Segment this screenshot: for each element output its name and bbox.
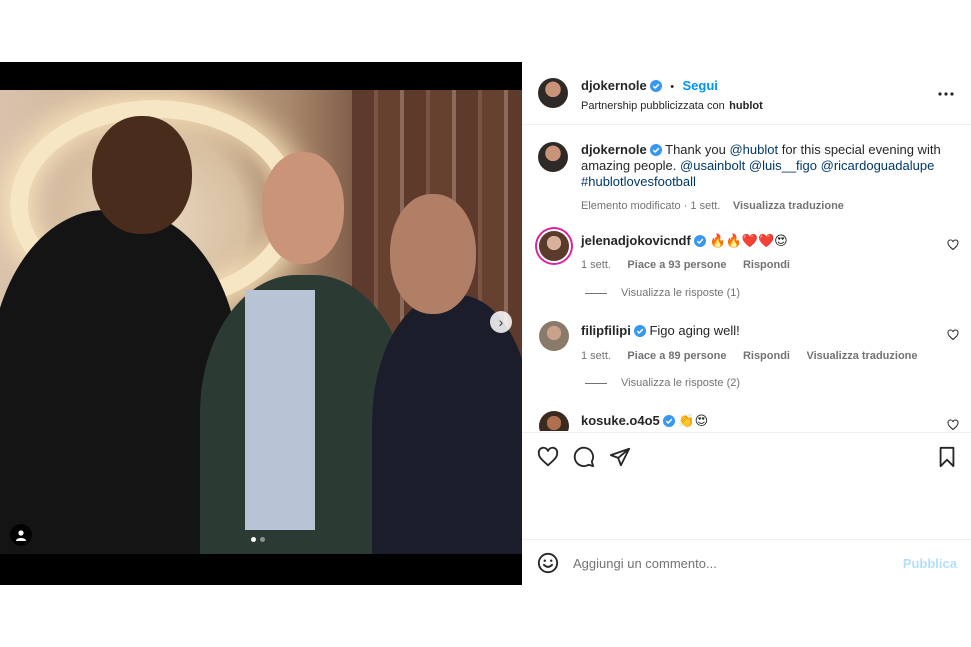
carousel-dots [251, 537, 265, 542]
author-avatar[interactable] [538, 78, 568, 108]
view-replies-label: Visualizza le risposte (1) [621, 287, 741, 299]
save-bookmark-icon[interactable] [937, 446, 957, 468]
comment: jelenadjokovicndf 🔥🔥❤️❤️😍 [581, 233, 788, 249]
comment-reply-button[interactable]: Rispondi [743, 350, 790, 362]
comment-clip: kosuke.o4o5 👏😍 [522, 406, 971, 431]
verified-badge-icon [649, 80, 662, 92]
post-sidebar: djokernole • Segui Partnership pubbliciz… [522, 62, 971, 585]
carousel-next-button[interactable]: › [490, 311, 512, 333]
caption-text-1: Thank you [665, 142, 730, 157]
follow-button[interactable]: Segui [683, 78, 718, 93]
comment-input[interactable]: Aggiungi un commento... [573, 556, 717, 571]
person-center-head [262, 152, 344, 264]
share-paper-plane-icon[interactable] [609, 446, 631, 468]
tagged-users-button[interactable] [10, 524, 32, 546]
caption-translate-link[interactable]: Visualizza traduzione [733, 200, 844, 212]
verified-badge-icon [633, 325, 646, 337]
like-comment-heart-icon[interactable] [947, 239, 959, 251]
comment-bubble-icon[interactable] [573, 446, 595, 468]
more-horizontal-icon [938, 92, 954, 96]
comment-avatar[interactable] [539, 321, 569, 351]
comment-username[interactable]: filipfilipi [581, 323, 631, 338]
mention-usainbolt[interactable]: @usainbolt [680, 158, 745, 173]
comment-composer: Aggiungi un commento... Pubblica [522, 539, 971, 585]
verified-badge-icon [662, 415, 675, 427]
comment-likes[interactable]: Piace a 89 persone [627, 350, 726, 362]
comment-avatar[interactable] [539, 411, 569, 431]
partner-link[interactable]: hublot [729, 100, 763, 112]
author-username[interactable]: djokernole [581, 78, 647, 93]
caption-edited: Elemento modificato · 1 sett. [581, 200, 721, 212]
replies-line [585, 382, 607, 384]
publish-button[interactable]: Pubblica [903, 556, 957, 571]
verified-badge-icon [649, 144, 662, 156]
post-header: djokernole • Segui Partnership pubbliciz… [522, 62, 971, 125]
like-comment-heart-icon[interactable] [947, 329, 959, 341]
comment-reply-button[interactable]: Rispondi [743, 259, 790, 271]
separator-dot: • [670, 81, 675, 93]
carousel-dot-2 [260, 537, 265, 542]
verified-badge-icon [693, 235, 706, 247]
post-media: › [0, 62, 522, 585]
person-left-head [92, 116, 192, 234]
comment-meta: 1 sett. Piace a 89 persone Rispondi Visu… [581, 346, 918, 364]
caption-meta: Elemento modificato · 1 sett. Visualizza… [581, 196, 844, 214]
comment: kosuke.o4o5 👏😍 [581, 413, 708, 429]
like-comment-heart-icon[interactable] [947, 419, 959, 431]
like-heart-icon[interactable] [537, 446, 559, 468]
comment: filipfilipi Figo aging well! [581, 323, 740, 339]
comment-meta: 1 sett. Piace a 93 persone Rispondi [581, 255, 790, 273]
comment-text: 🔥🔥❤️❤️😍 [709, 233, 788, 248]
caption-username[interactable]: djokernole [581, 142, 647, 157]
replies-line [585, 292, 607, 294]
comment-translate-link[interactable]: Visualizza traduzione [806, 350, 917, 362]
post-photo [0, 90, 522, 554]
comment-time: 1 sett. [581, 259, 611, 271]
person-center-shirt [245, 290, 315, 530]
view-replies-label: Visualizza le risposte (2) [621, 377, 741, 389]
person-right-head [390, 194, 476, 314]
user-icon [16, 530, 26, 541]
hashtag-link[interactable]: #hublotlovesfootball [581, 174, 696, 189]
partnership-label: Partnership pubblicizzata con [581, 100, 725, 112]
comment-text: 👏😍 [678, 413, 709, 428]
view-replies-button[interactable]: Visualizza le risposte (2) [585, 377, 740, 389]
comment-likes[interactable]: Piace a 93 persone [627, 259, 726, 271]
mention-luis-figo[interactable]: @luis__figo [749, 158, 817, 173]
carousel-dot-1 [251, 537, 256, 542]
post-actions [522, 432, 971, 472]
comment-username[interactable]: jelenadjokovicndf [581, 233, 691, 248]
chevron-right-icon: › [498, 314, 504, 330]
author-row: djokernole • Segui [581, 77, 718, 95]
mention-hublot[interactable]: @hublot [729, 142, 778, 157]
caption-avatar[interactable] [538, 142, 568, 172]
comment-text: Figo aging well! [649, 323, 740, 338]
comment-username[interactable]: kosuke.o4o5 [581, 413, 660, 428]
partnership-row: Partnership pubblicizzata con hublot [581, 96, 763, 114]
comment-avatar[interactable] [539, 231, 569, 261]
comment-time: 1 sett. [581, 350, 611, 362]
view-replies-button[interactable]: Visualizza le risposte (1) [585, 287, 740, 299]
more-options-button[interactable] [937, 85, 955, 108]
mention-ricardoguadalupe[interactable]: @ricardoguadalupe [821, 158, 935, 173]
emoji-smiley-icon[interactable] [537, 552, 559, 574]
person-right [372, 295, 522, 554]
caption: djokernole Thank you @hublot for this sp… [581, 142, 951, 190]
